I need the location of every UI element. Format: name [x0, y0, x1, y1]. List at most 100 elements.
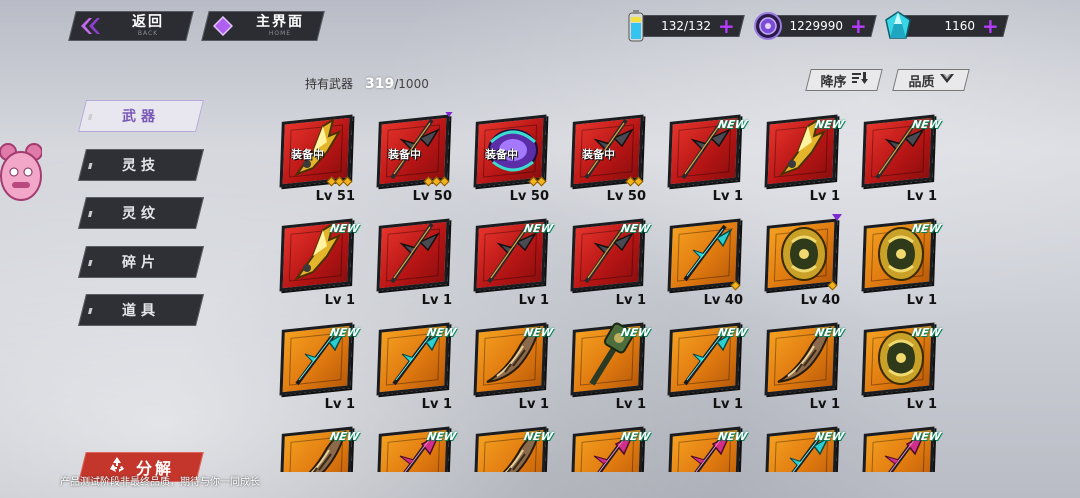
- quality-filter-button[interactable]: 品质: [892, 69, 970, 91]
- weapon-card[interactable]: NEW Lv 1: [374, 320, 458, 412]
- weapon-card[interactable]: NEW: [277, 424, 361, 472]
- equipped-badge: 装备中: [388, 148, 421, 161]
- weapon-level: Lv 1: [324, 293, 355, 308]
- weapon-card[interactable]: NEW Lv 1: [665, 320, 749, 412]
- sort-order-button[interactable]: 降序: [805, 69, 883, 91]
- weapon-card[interactable]: NEW Lv 1: [568, 320, 652, 412]
- star-rating: [326, 176, 353, 187]
- new-badge: NEW: [522, 326, 555, 339]
- weapon-level: Lv 50: [509, 189, 549, 204]
- coin-add-button[interactable]: +: [850, 14, 867, 38]
- weapon-level: Lv 1: [906, 189, 937, 204]
- new-badge: NEW: [619, 326, 652, 339]
- weapon-level: Lv 1: [809, 189, 840, 204]
- back-arrow-icon: [73, 12, 107, 40]
- flag-icon: [832, 214, 842, 221]
- weapon-grid: 装备中 Lv 51 装备中 Lv 50 装备中 Lv 50 装备中 Lv 50 NEW Lv 1N…: [277, 112, 957, 472]
- weapon-card[interactable]: NEW: [471, 424, 554, 472]
- sort-order-label: 降序: [820, 74, 847, 90]
- weapon-card[interactable]: 装备中 Lv 51: [277, 112, 357, 204]
- weapon-cyan-spear-icon: [671, 216, 741, 288]
- star-rating: [827, 280, 838, 291]
- stamina-add-button[interactable]: +: [718, 14, 735, 38]
- weapon-card[interactable]: NEW Lv 1: [568, 216, 652, 308]
- tab-1[interactable]: 灵技: [78, 149, 204, 181]
- weapon-card[interactable]: NEW Lv 1: [471, 216, 555, 308]
- weapon-card[interactable]: Lv 40: [665, 216, 745, 308]
- chevron-down-icon: [939, 73, 954, 88]
- weapon-card[interactable]: Lv 40: [762, 214, 842, 308]
- equipped-badge: 装备中: [291, 148, 324, 161]
- new-badge: NEW: [619, 222, 652, 235]
- weapon-card[interactable]: NEW Lv 1: [471, 320, 555, 412]
- weapon-card[interactable]: NEW Lv 1: [859, 216, 942, 308]
- home-diamond-icon: [206, 12, 240, 40]
- star-icon: [730, 280, 741, 291]
- star-rating: [423, 176, 450, 187]
- weapon-level: Lv 1: [518, 397, 549, 412]
- weapon-card[interactable]: NEW: [762, 424, 845, 472]
- flag-icon: [444, 112, 454, 117]
- weapon-card[interactable]: NEW Lv 1: [859, 112, 943, 204]
- weapon-card[interactable]: NEW: [568, 424, 652, 472]
- star-rating: [730, 280, 741, 291]
- stamina-value: 132/132: [661, 19, 711, 33]
- new-badge: NEW: [328, 430, 361, 443]
- weapon-card[interactable]: 装备中 Lv 50: [568, 112, 648, 204]
- weapon-card[interactable]: 装备中 Lv 50: [471, 112, 551, 204]
- star-icon: [439, 176, 450, 187]
- weapon-level: Lv 40: [800, 293, 840, 308]
- new-badge: NEW: [813, 118, 846, 131]
- sort-icon: [851, 72, 868, 88]
- new-badge: NEW: [910, 118, 943, 131]
- mascot-decoration: [0, 142, 43, 206]
- back-button[interactable]: 返回 BACK: [68, 11, 194, 41]
- weapon-card[interactable]: NEW: [374, 424, 458, 472]
- battery-icon: [618, 8, 654, 44]
- tab-4[interactable]: 道具: [78, 294, 204, 326]
- new-badge: NEW: [425, 430, 458, 443]
- tab-3[interactable]: 碎片: [78, 246, 204, 278]
- new-badge: NEW: [522, 222, 555, 235]
- weapon-card[interactable]: NEW: [859, 424, 942, 472]
- home-label: 主界面: [256, 14, 304, 30]
- weapon-card[interactable]: NEW Lv 1: [277, 320, 360, 412]
- owned-number: 319: [365, 76, 395, 92]
- weapon-card[interactable]: 装备中 Lv 50: [374, 112, 454, 204]
- home-button[interactable]: 主界面 HOME: [201, 11, 325, 41]
- weapon-level: Lv 51: [315, 189, 355, 204]
- new-badge: NEW: [910, 326, 943, 339]
- star-rating: [528, 176, 547, 187]
- weapon-gold-orb-icon: [768, 216, 838, 288]
- tab-0[interactable]: 武器: [78, 100, 204, 132]
- weapon-level: Lv 1: [518, 293, 549, 308]
- new-badge: NEW: [716, 326, 749, 339]
- new-badge: NEW: [425, 326, 458, 339]
- tab-label: 灵技: [122, 158, 160, 174]
- weapon-card[interactable]: NEW Lv 1: [762, 320, 846, 412]
- owned-label: 持有武器: [305, 77, 354, 91]
- star-icon: [633, 176, 644, 187]
- owned-count: 持有武器 319/1000: [305, 75, 429, 92]
- weapon-card[interactable]: Lv 1: [374, 216, 454, 308]
- weapon-card[interactable]: NEW Lv 1: [762, 112, 846, 204]
- new-badge: NEW: [619, 430, 652, 443]
- gem-add-button[interactable]: +: [982, 14, 999, 38]
- weapon-dark-spear-icon: [380, 216, 450, 288]
- weapon-card[interactable]: NEW Lv 1: [277, 216, 360, 308]
- gem-value: 1160: [944, 19, 975, 33]
- owned-total: /1000: [394, 77, 429, 91]
- tab-2[interactable]: 灵纹: [78, 197, 204, 229]
- weapon-level: Lv 1: [712, 397, 743, 412]
- weapon-level: Lv 1: [615, 293, 646, 308]
- new-badge: NEW: [813, 326, 846, 339]
- weapon-card[interactable]: NEW Lv 1: [665, 112, 748, 204]
- tab-label: 武器: [122, 109, 160, 125]
- weapon-level: Lv 1: [615, 397, 646, 412]
- star-icon: [536, 176, 547, 187]
- weapon-level: Lv 50: [606, 189, 646, 204]
- back-label: 返回: [132, 14, 164, 30]
- weapon-card[interactable]: NEW Lv 1: [859, 320, 943, 412]
- weapon-card[interactable]: NEW: [665, 424, 748, 472]
- coin-icon: [750, 8, 786, 44]
